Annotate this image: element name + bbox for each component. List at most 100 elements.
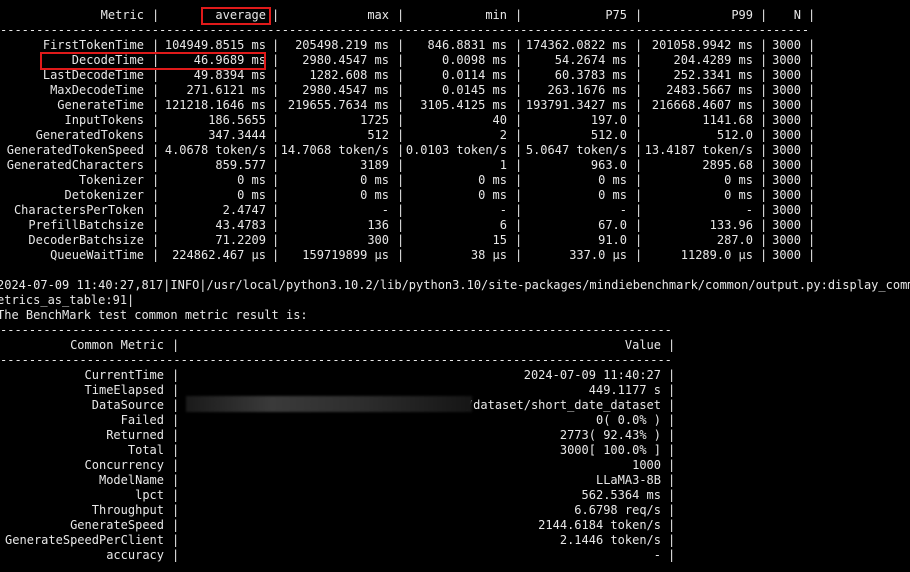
table1-cell-average: 271.6121 ms [186, 83, 266, 97]
table1-separator: | [397, 113, 405, 127]
table1-cell-min: 40 [492, 113, 507, 127]
table1-separator: | [515, 98, 523, 112]
table2-row: Concurrency 1000 | | [0, 458, 910, 473]
table1-separator: | [515, 158, 523, 172]
table1-cell-n: 3000 [772, 188, 801, 202]
table1-cell-metric: PrefillBatchsize [28, 218, 144, 232]
table1-separator: | [808, 98, 816, 112]
table1-cell-p99: 2895.68 [702, 158, 753, 172]
table1-cell-metric: GenerateTime [57, 98, 144, 112]
table1-header-p75: P75 [605, 8, 627, 22]
table1-cell-p75: 60.3783 ms [554, 68, 627, 82]
table1-cell-metric: Detokenizer [64, 188, 144, 202]
table1-cell-min: 2 [499, 128, 507, 142]
table1-separator: | [760, 218, 768, 232]
table1-cell-max: 2980.4547 ms [302, 83, 389, 97]
table2-row: lpct 562.5364 ms | | [0, 488, 910, 503]
table1-cell-p75: 0 ms [598, 173, 627, 187]
table1-header-separator: | [760, 8, 768, 22]
table1-row: GeneratedTokenSpeed 4.0678 token/s 14.7068… [0, 143, 910, 158]
table1-cell-p99: 252.3341 ms [673, 68, 753, 82]
table1-separator: | [272, 173, 280, 187]
table1-cell-n: 3000 [772, 233, 801, 247]
table2-row: CurrentTime 2024-07-09 11:40:27 | | [0, 368, 910, 383]
table1-separator: | [760, 38, 768, 52]
table1-separator: | [152, 128, 160, 142]
table2-separator: | [668, 443, 676, 457]
table1-cell-average: 859.577 [215, 158, 266, 172]
table1-cell-min: 0.0114 ms [441, 68, 507, 82]
table1-separator: | [152, 233, 160, 247]
table1-header-min: min [485, 8, 507, 22]
table1-cell-max: 14.7068 token/s [280, 143, 389, 157]
table2-separator: | [172, 458, 180, 472]
table1-cell-max: 3189 [360, 158, 389, 172]
table1-cell-average: 104949.8515 ms [164, 38, 266, 52]
table2-cell-metric: ModelName [98, 473, 164, 487]
table2-cell-metric: Concurrency [84, 458, 164, 472]
table1-separator: | [272, 218, 280, 232]
table1-separator: | [397, 203, 405, 217]
table1-separator: | [152, 248, 160, 262]
table1-separator: | [635, 248, 643, 262]
table1-separator: | [515, 188, 523, 202]
table1-separator: | [152, 83, 160, 97]
table1-separator: | [635, 38, 643, 52]
table2-separator: | [172, 503, 180, 517]
table1-header-metric: Metric [100, 8, 144, 22]
table1-separator: | [760, 203, 768, 217]
terminal-window[interactable]: Metric average max min P75 P99 N | | | | | | | ------… [0, 0, 910, 572]
table1-cell-n: 3000 [772, 98, 801, 112]
table1-separator: | [152, 188, 160, 202]
table1-cell-average: 0 ms [237, 188, 266, 202]
table1-row: PrefillBatchsize 43.4783 136 6 67.0 133.96 300… [0, 218, 910, 233]
table1-cell-max: 300 [367, 233, 389, 247]
table1-cell-metric: FirstTokenTime [42, 38, 144, 52]
table2-cell-value: 6.6798 req/s [574, 503, 661, 517]
table1-cell-max: 136 [367, 218, 389, 232]
table1-cell-p75: 0 ms [598, 188, 627, 202]
table1-cell-max: 1282.608 ms [309, 68, 389, 82]
table1-separator: | [272, 143, 280, 157]
table2-separator: | [172, 368, 180, 382]
table1-separator: | [152, 143, 160, 157]
table1-cell-min: 1 [499, 158, 507, 172]
table2-cell-metric: accuracy [106, 548, 164, 562]
table2-row: GenerateSpeedPerClient 2.1446 token/s | | [0, 533, 910, 548]
table1-separator: | [635, 68, 643, 82]
table1-row: Detokenizer 0 ms 0 ms 0 ms 0 ms 0 ms 3000 | | | | |… [0, 188, 910, 203]
table1-cell-max: 159719899 μs [302, 248, 389, 262]
table1-separator: | [397, 53, 405, 67]
table1-separator: | [272, 248, 280, 262]
table2-header-metric: Common Metric [70, 338, 164, 352]
table1-separator: | [760, 98, 768, 112]
table1-cell-min: 6 [499, 218, 507, 232]
table2-cell-value: - [653, 548, 661, 562]
table1-separator: | [515, 143, 523, 157]
table1-separator: | [808, 113, 816, 127]
table1-cell-p75: 263.1676 ms [547, 83, 627, 97]
table2-cell-metric: lpct [135, 488, 164, 502]
table1-cell-average: 0 ms [237, 173, 266, 187]
table1-header-p99: P99 [731, 8, 753, 22]
table1-separator: | [272, 113, 280, 127]
table1-cell-n: 3000 [772, 173, 801, 187]
table2-header-separator: | [668, 338, 676, 352]
table1-cell-min: 846.8831 ms [427, 38, 507, 52]
table1-separator: | [808, 203, 816, 217]
table1-separator: | [515, 113, 523, 127]
table1-cell-min: 15 [492, 233, 507, 247]
table1-separator: | [152, 113, 160, 127]
table2-separator: | [172, 518, 180, 532]
table1-cell-average: 2.4747 [222, 203, 266, 217]
table1-separator: | [808, 128, 816, 142]
table1-separator: | [635, 188, 643, 202]
table1-separator: | [515, 83, 523, 97]
table1-separator: | [760, 158, 768, 172]
table1-separator: | [760, 233, 768, 247]
table1-cell-p99: 2483.5667 ms [666, 83, 753, 97]
table1-header-separator: | [635, 8, 643, 22]
table2-cell-value: 2024-07-09 11:40:27 [523, 368, 661, 382]
table2-separator: | [172, 413, 180, 427]
table1-cell-min: - [499, 203, 507, 217]
